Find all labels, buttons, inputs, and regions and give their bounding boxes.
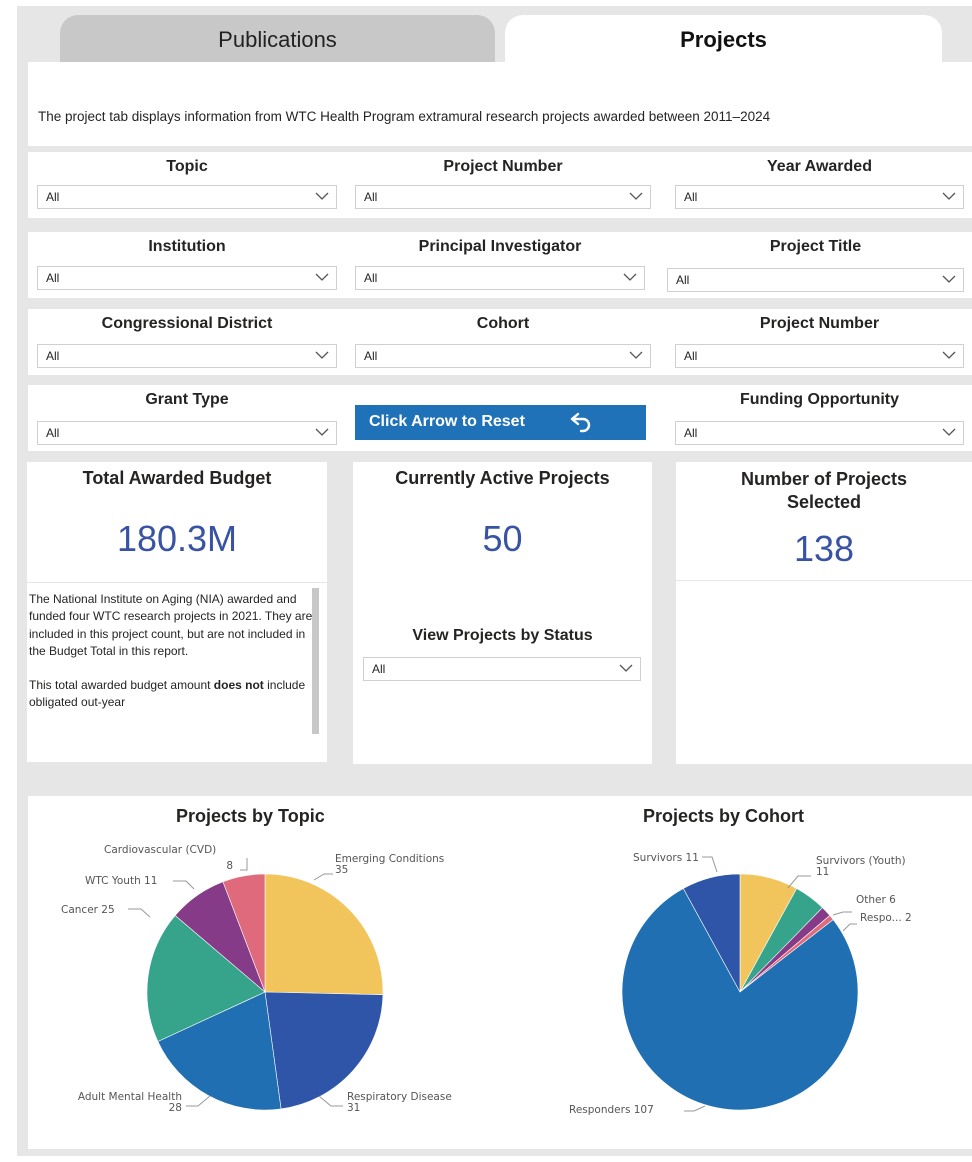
pie-slice-0-0[interactable] [264, 873, 384, 995]
pie-label-1-5: Survivors 11 [633, 852, 718, 873]
pie-label-0-3: Cancer 25 [61, 904, 151, 918]
pie-label-0-4: WTC Youth 11 [85, 875, 195, 890]
pie-label-1-0: Survivors (Youth)11 [787, 855, 906, 889]
svg-text:31: 31 [347, 1102, 360, 1114]
pie-label-0-2: Adult Mental Health28 [78, 1091, 211, 1114]
pie-label-0-1: Respiratory Disease31 [318, 1091, 452, 1114]
svg-text:Respo... 2: Respo... 2 [860, 912, 912, 924]
svg-text:Survivors 11: Survivors 11 [633, 852, 699, 864]
topic-pie-chart: Emerging Conditions35 Respiratory Disease… [61, 844, 912, 1116]
svg-text:Cancer 25: Cancer 25 [61, 904, 115, 916]
svg-text:Respiratory Disease: Respiratory Disease [347, 1091, 452, 1103]
svg-text:Adult Mental Health: Adult Mental Health [78, 1091, 182, 1103]
svg-text:Other 6: Other 6 [856, 894, 896, 906]
svg-text:28: 28 [169, 1102, 182, 1114]
pie-label-0-0: Emerging Conditions35 [313, 853, 444, 881]
pie-label-0-5: 8 [226, 860, 233, 872]
svg-text:Responders 107: Responders 107 [569, 1104, 654, 1116]
svg-text:35: 35 [335, 864, 348, 876]
svg-text:WTC Youth 11: WTC Youth 11 [85, 875, 157, 887]
pie-label-1-2: Respo... 2 [842, 912, 912, 932]
svg-text:Emerging Conditions: Emerging Conditions [335, 853, 444, 865]
svg-text:Survivors (Youth): Survivors (Youth) [816, 855, 906, 867]
pie-label-1-4: Responders 107 [569, 1104, 706, 1116]
svg-text:11: 11 [816, 866, 829, 878]
svg-text:Cardiovascular (CVD): Cardiovascular (CVD) [104, 844, 216, 856]
svg-text:8: 8 [226, 860, 233, 872]
